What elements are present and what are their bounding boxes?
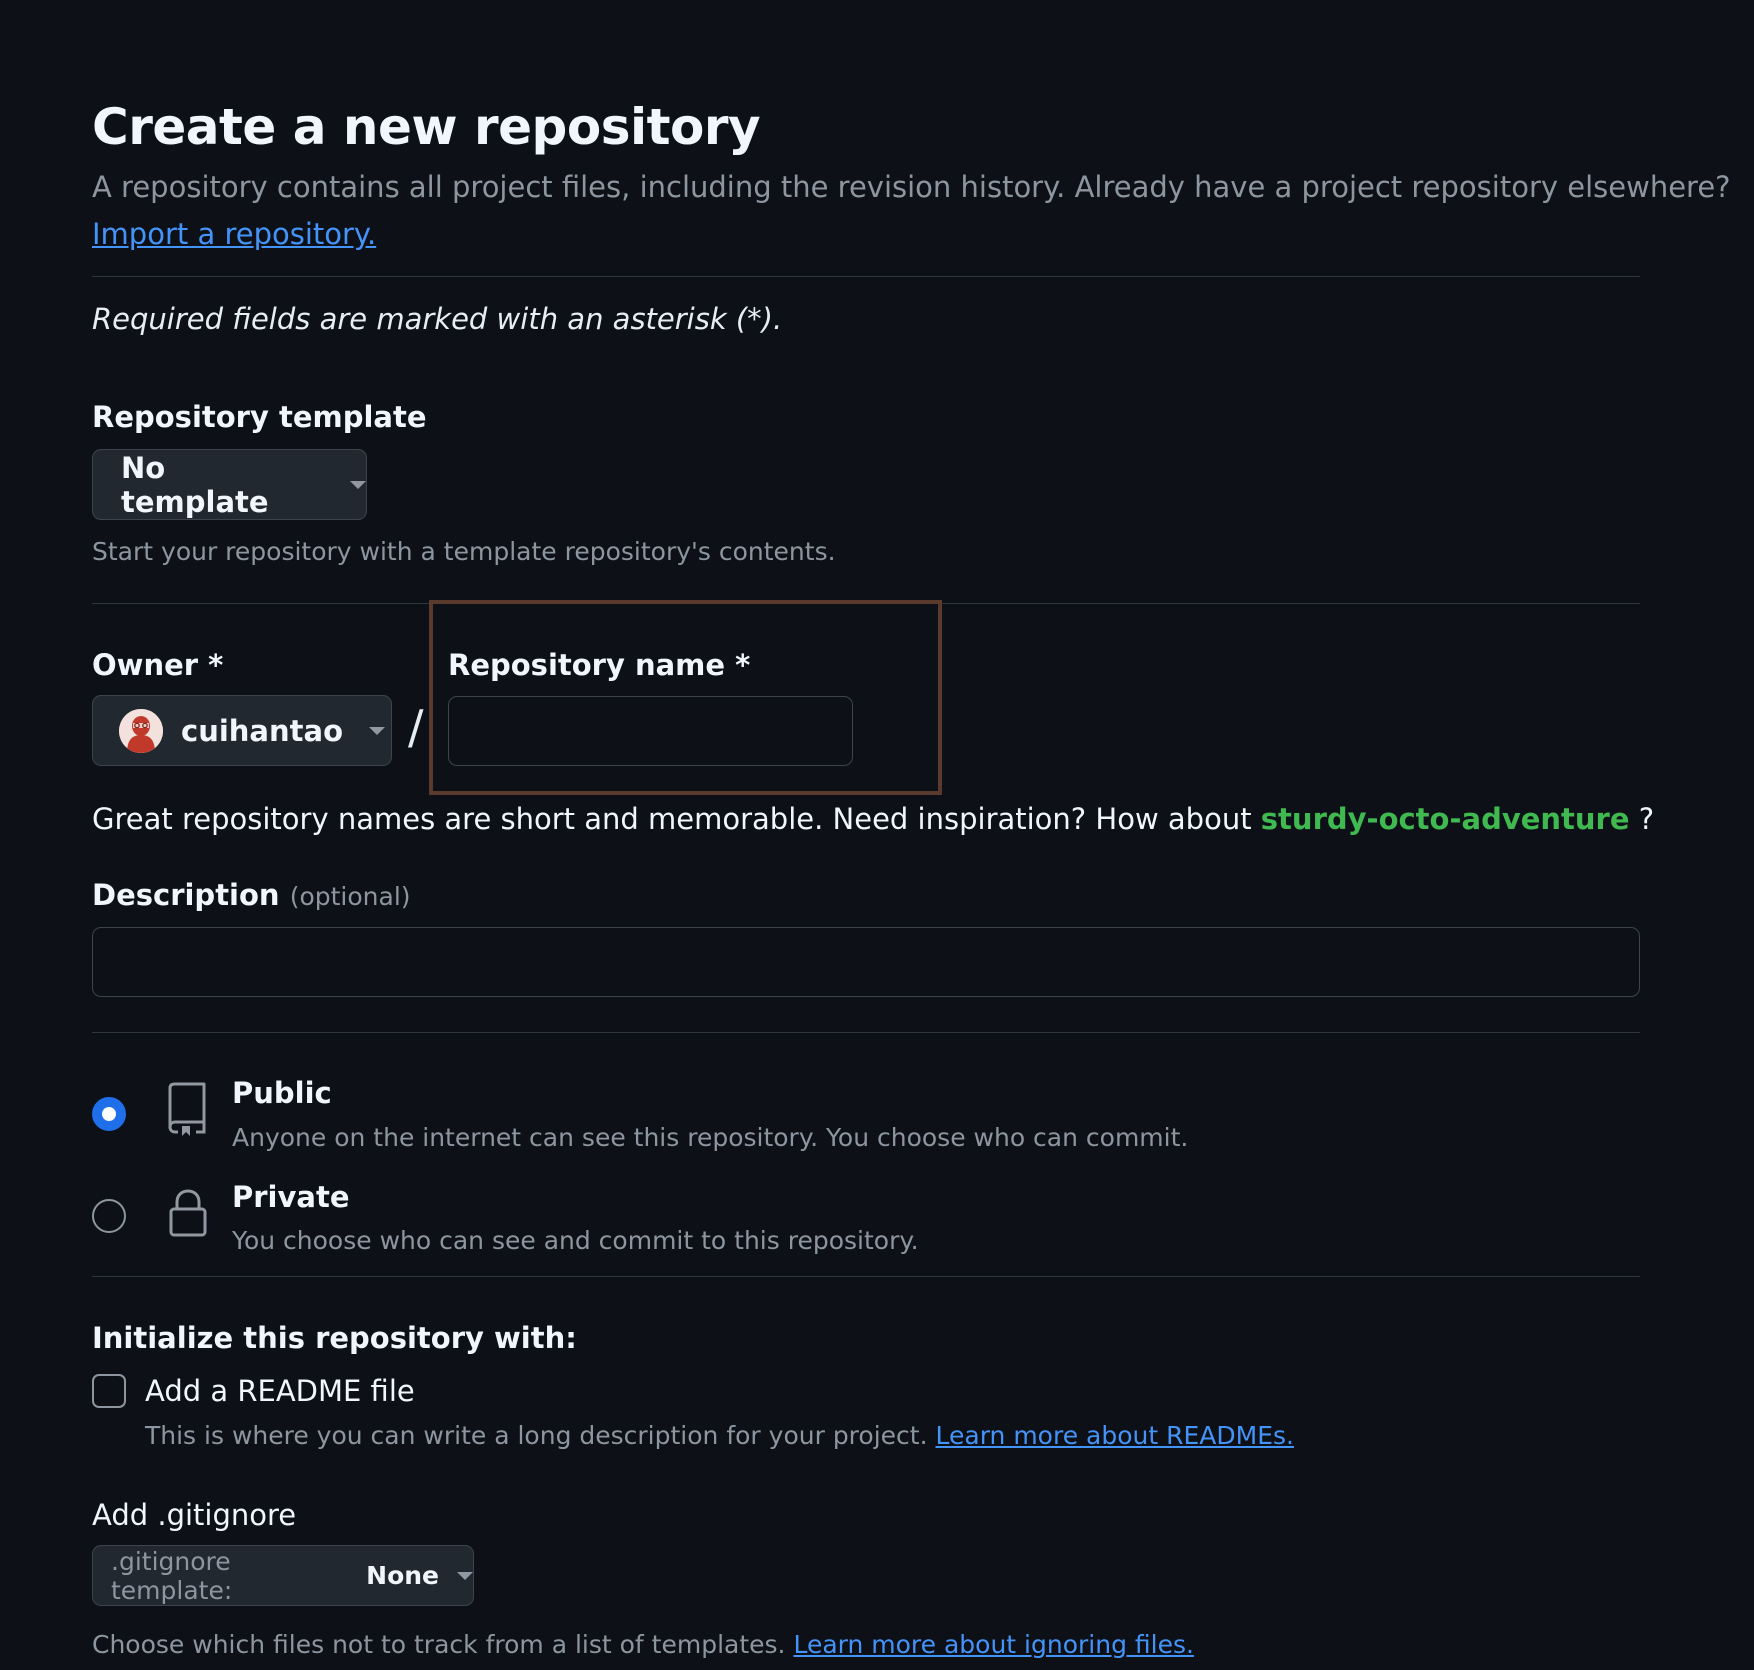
- owner-repo-separator: /: [408, 700, 424, 754]
- owner-dropdown[interactable]: cuihantao: [92, 695, 392, 766]
- description-label-text: Description: [92, 878, 280, 912]
- template-label: Repository template: [92, 400, 427, 434]
- divider: [92, 276, 1640, 277]
- description-label: Description (optional): [92, 878, 411, 912]
- suggestion-suffix: ?: [1629, 802, 1655, 836]
- learn-more-ignoring-files-link[interactable]: Learn more about ignoring files.: [793, 1630, 1194, 1659]
- name-suggestion: Great repository names are short and mem…: [92, 802, 1654, 836]
- public-desc: Anyone on the internet can see this repo…: [232, 1123, 1189, 1152]
- gitignore-prefix: .gitignore template:: [111, 1546, 233, 1605]
- caret-down-icon: [457, 1571, 473, 1580]
- readme-label[interactable]: Add a README file: [145, 1374, 415, 1408]
- learn-more-readmes-link[interactable]: Learn more about READMEs.: [936, 1421, 1294, 1450]
- caret-down-icon: [369, 726, 385, 735]
- import-repository-link[interactable]: Import a repository.: [92, 217, 376, 251]
- gitignore-help: Choose which files not to track from a l…: [92, 1630, 1194, 1659]
- page-title: Create a new repository: [92, 98, 761, 156]
- divider: [92, 1276, 1640, 1277]
- template-dropdown[interactable]: No template: [92, 449, 367, 520]
- owner-label: Owner *: [92, 648, 224, 682]
- private-radio[interactable]: [92, 1199, 126, 1233]
- gitignore-help-text: Choose which files not to track from a l…: [92, 1630, 786, 1659]
- readme-help-text: This is where you can write a long descr…: [145, 1421, 928, 1450]
- repo-icon: [166, 1082, 208, 1140]
- initialize-heading: Initialize this repository with:: [92, 1321, 577, 1355]
- lock-icon: [168, 1188, 208, 1242]
- avatar: [119, 708, 163, 753]
- suggestion-text: Great repository names are short and mem…: [92, 802, 1261, 836]
- readme-checkbox[interactable]: [92, 1374, 126, 1408]
- template-help: Start your repository with a template re…: [92, 537, 836, 566]
- divider: [92, 1032, 1640, 1033]
- readme-help: This is where you can write a long descr…: [145, 1421, 1294, 1450]
- private-title: Private: [232, 1180, 350, 1214]
- owner-name: cuihantao: [181, 713, 343, 748]
- required-note: Required fields are marked with an aster…: [92, 302, 783, 336]
- gitignore-value: None: [366, 1561, 439, 1590]
- template-dropdown-label: No template: [121, 450, 269, 519]
- private-desc: You choose who can see and commit to thi…: [232, 1226, 919, 1255]
- gitignore-label: Add .gitignore: [92, 1498, 297, 1532]
- suggested-name[interactable]: sturdy-octo-adventure: [1261, 802, 1630, 836]
- repository-name-input[interactable]: [448, 696, 853, 766]
- page-subtitle: A repository contains all project files,…: [92, 170, 1731, 204]
- gitignore-dropdown[interactable]: .gitignore template: None: [92, 1545, 474, 1606]
- public-title: Public: [232, 1076, 332, 1110]
- description-input[interactable]: [92, 927, 1640, 997]
- description-optional: (optional): [289, 882, 411, 911]
- repository-name-label: Repository name *: [448, 648, 751, 682]
- caret-down-icon: [350, 480, 366, 489]
- public-radio[interactable]: [92, 1097, 126, 1131]
